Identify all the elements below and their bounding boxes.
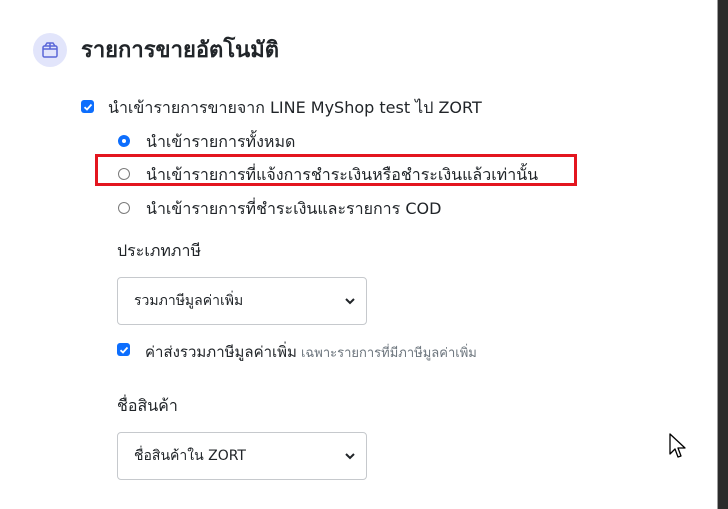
tax-type-value: รวมภาษีมูลค่าเพิ่ม xyxy=(134,293,244,309)
section-title: รายการขายอัตโนมัติ xyxy=(81,38,279,63)
product-name-label: ชื่อสินค้า xyxy=(117,396,178,415)
import-all-label: นำเข้ารายการทั้งหมด xyxy=(146,132,296,151)
shipping-vat-text: ค่าส่งรวมภาษีมูลค่าเพิ่ม xyxy=(145,343,297,361)
mouse-cursor-icon xyxy=(669,433,686,458)
import-all-radio[interactable] xyxy=(118,135,130,147)
product-name-value: ชื่อสินค้าใน ZORT xyxy=(134,448,246,464)
chevron-down-icon xyxy=(345,298,355,305)
import-sales-checkbox[interactable] xyxy=(81,100,94,113)
chevron-down-icon xyxy=(345,453,355,460)
settings-panel: รายการขายอัตโนมัติ นำเข้ารายการขายจาก LI… xyxy=(0,0,718,509)
tax-type-label: ประเภทภาษี xyxy=(117,241,201,260)
shipping-vat-label: ค่าส่งรวมภาษีมูลค่าเพิ่ม เฉพาะรายการที่มี… xyxy=(145,340,477,364)
import-paid-cod-radio[interactable] xyxy=(118,202,130,214)
product-name-select[interactable]: ชื่อสินค้าใน ZORT xyxy=(117,432,367,480)
import-sales-label: นำเข้ารายการขายจาก LINE MyShop test ไป Z… xyxy=(108,98,482,117)
import-paid-cod-label: นำเข้ารายการที่ชำระเงินและรายการ COD xyxy=(146,199,442,218)
box-icon xyxy=(33,32,67,67)
shipping-vat-note: เฉพาะรายการที่มีภาษีมูลค่าเพิ่ม xyxy=(300,346,477,361)
shipping-vat-checkbox[interactable] xyxy=(117,343,130,356)
tax-type-select[interactable]: รวมภาษีมูลค่าเพิ่ม xyxy=(117,277,367,325)
panel-top-edge xyxy=(0,0,717,8)
section-header: รายการขายอัตโนมัติ xyxy=(33,32,279,67)
highlight-annotation-box xyxy=(95,154,577,186)
